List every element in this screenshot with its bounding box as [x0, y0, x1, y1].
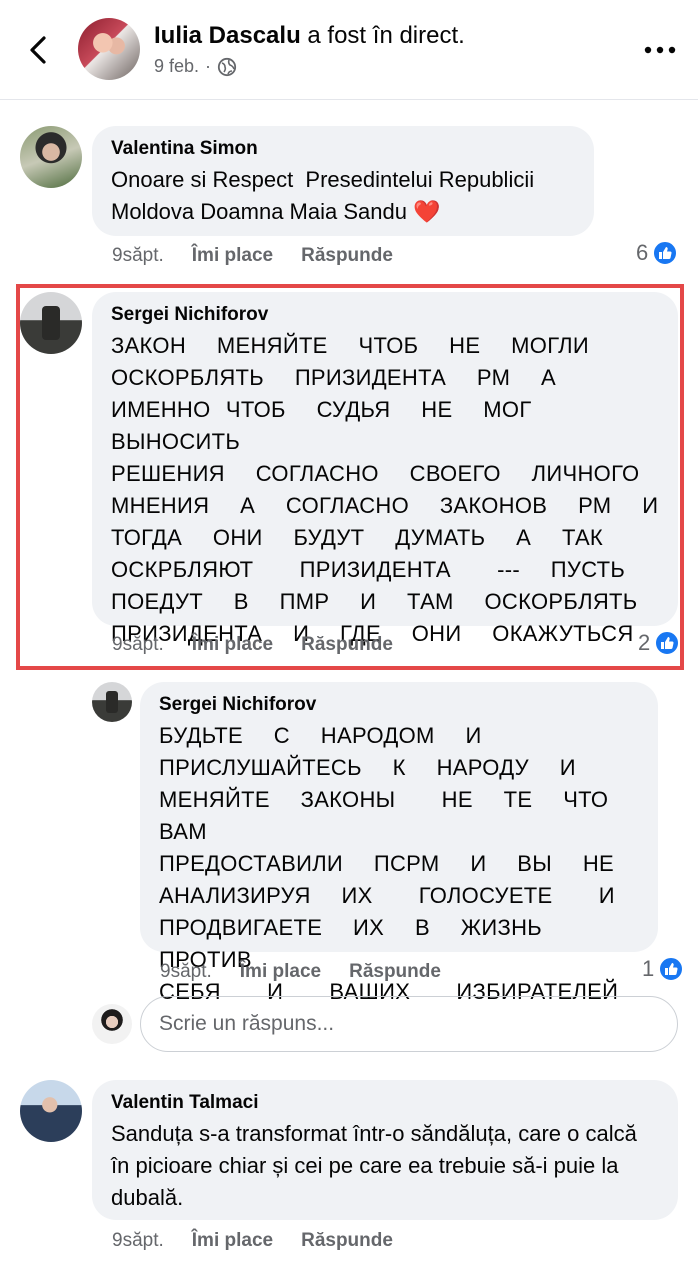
avatar[interactable]: [20, 1080, 82, 1142]
post-date[interactable]: 9 feb.: [154, 56, 199, 77]
comment-time[interactable]: 9săpt.: [112, 634, 164, 656]
avatar[interactable]: [20, 126, 82, 188]
comment-actions: 9săpt. Îmi place Răspunde: [112, 634, 393, 656]
comment-bubble: Valentina Simon Onoare si Respect Presed…: [92, 126, 594, 236]
post-action-text: a fost în direct.: [300, 22, 465, 49]
back-arrow-icon: [30, 36, 46, 64]
comment-actions: 9săpt. Îmi place Răspunde: [112, 1230, 393, 1252]
reaction-number: 6: [636, 240, 649, 265]
like-icon: [658, 956, 685, 982]
comment-text: Onoare si Respect Presedintelui Republic…: [111, 167, 541, 224]
reaction-count[interactable]: 6: [636, 240, 679, 266]
comment-bubble: Valentin Talmaci Sanduța s-a transformat…: [92, 1080, 678, 1220]
like-icon: [654, 630, 681, 656]
comment-author[interactable]: Sergei Nichiforov: [111, 304, 660, 326]
reaction-number: 2: [638, 630, 651, 655]
reply-button[interactable]: Răspunde: [349, 961, 441, 983]
comment-author[interactable]: Valentin Talmaci: [111, 1092, 660, 1114]
post-title: Iulia Dascalu a fost în direct.: [154, 22, 465, 50]
reply-button[interactable]: Răspunde: [301, 245, 393, 267]
comment-author[interactable]: Valentina Simon: [111, 138, 576, 160]
comment-actions: 9săpt. Îmi place Răspunde: [112, 245, 393, 267]
meta-separator: ·: [205, 56, 212, 76]
avatar[interactable]: [92, 682, 132, 722]
reply-button[interactable]: Răspunde: [301, 634, 393, 656]
reply-input[interactable]: Scrie un răspuns...: [140, 996, 678, 1052]
comment-bubble: Sergei Nichiforov БУДЬТЕ С НАРОДОМ И ПРИ…: [140, 682, 658, 1004]
like-button[interactable]: Îmi place: [192, 245, 273, 267]
like-button[interactable]: Îmi place: [192, 634, 273, 656]
back-button[interactable]: [22, 30, 54, 70]
current-user-avatar: [92, 1004, 132, 1044]
post-meta: 9 feb. ·: [154, 56, 237, 77]
comment-actions: 9săpt. Îmi place Răspunde: [160, 961, 441, 983]
reaction-count[interactable]: 2: [638, 630, 681, 656]
comment-time[interactable]: 9săpt.: [160, 961, 212, 983]
comment-text: Sanduța s-a transformat într-o săndăluța…: [111, 1121, 643, 1210]
like-button[interactable]: Îmi place: [192, 1230, 273, 1252]
comment-author[interactable]: Sergei Nichiforov: [159, 694, 640, 716]
more-options-button[interactable]: [640, 38, 680, 62]
more-icon: [644, 46, 676, 54]
post-author-name[interactable]: Iulia Dascalu: [154, 22, 301, 49]
comment-time[interactable]: 9săpt.: [112, 245, 164, 267]
author-avatar[interactable]: [78, 18, 140, 80]
like-button[interactable]: Îmi place: [240, 961, 321, 983]
globe-icon: [217, 57, 237, 76]
comment-text: ЗАКОН МЕНЯЙТЕ ЧТОБ НЕ МОГЛИ ОСКОРБЛЯТЬ П…: [111, 333, 659, 646]
like-icon: [652, 240, 679, 266]
avatar[interactable]: [20, 292, 82, 354]
post-header: Iulia Dascalu a fost în direct. 9 feb. ·: [0, 0, 698, 100]
reaction-number: 1: [642, 956, 655, 981]
reaction-count[interactable]: 1: [642, 956, 685, 982]
comment-bubble: Sergei Nichiforov ЗАКОН МЕНЯЙТЕ ЧТОБ НЕ …: [92, 292, 678, 646]
reply-button[interactable]: Răspunde: [301, 1230, 393, 1252]
comment-time[interactable]: 9săpt.: [112, 1230, 164, 1252]
